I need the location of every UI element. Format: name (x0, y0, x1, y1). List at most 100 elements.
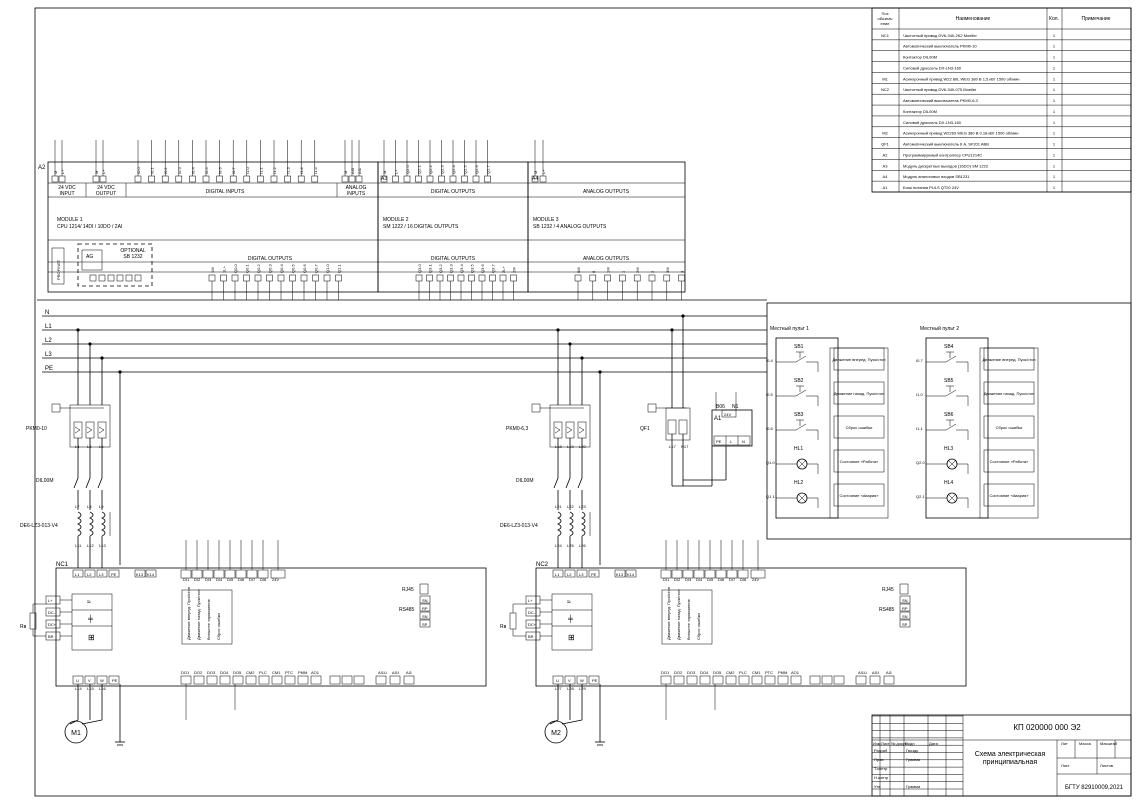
plc-m2-top-label: Q2.6 (474, 165, 479, 174)
drive-bottom-pin (764, 675, 776, 685)
tb-title1: Схема электрическая (975, 751, 1046, 758)
drive-bottom-label: DO5 (233, 670, 242, 675)
schematic-svg: Поз обознач ение Наименование Кол. Приме… (20, 7, 1132, 797)
drive-bottom-label: AO1 (311, 670, 320, 675)
drive-bottom-label: CM2 (726, 670, 735, 675)
spec-qty: 1 (1053, 120, 1056, 125)
plc-m2-top-label: Q2.3 (440, 165, 445, 174)
qf-pole (678, 419, 688, 435)
plc-m3-top-terminal (539, 175, 547, 183)
drive-func-label: Движение назад. Пуск/стоп (196, 589, 201, 640)
plc-m2-do-label: Q3.7 (491, 264, 496, 273)
contactor-pole (97, 470, 103, 489)
plc: A2 24 VDC INPUT 24 VDC OUTPUT DIGITAL IN… (38, 140, 686, 300)
spec-name: Асинхронный привод W22 80L WEG 380 В 1,5… (903, 76, 1019, 81)
tb-code: КП 020000 000 Э2 (1013, 723, 1081, 732)
plc-m1-di-label: I0.7 (231, 167, 236, 174)
drive-bottom-pin (686, 675, 698, 685)
spec-name: Частотный привод DV6-340-2K2 Moeller (903, 33, 977, 38)
contactor-pole (553, 470, 559, 489)
drive-bottom-label: DO1 (661, 670, 670, 675)
drive-ai-pin (883, 675, 895, 685)
drive-in-label: PE (111, 572, 117, 577)
drive-dc-label: BR (528, 634, 534, 639)
plc-m2-do-label: Q3.1 (428, 264, 433, 273)
plc-m1-di-terminal (257, 175, 264, 183)
spec-name: Модуль дискретных выходов (16DO) SM 1222 (903, 163, 989, 168)
plc-m2-do-label: Q3.2 (438, 264, 443, 273)
drive-di-label: DI4 (216, 577, 223, 582)
pushbutton (788, 389, 818, 397)
plc-m1-di-terminal (229, 175, 237, 183)
drive-bottom-label: DO5 (713, 670, 722, 675)
spec-pos: QF1 (881, 142, 890, 147)
breaker-handle (51, 403, 61, 413)
contactor-label: L23 (579, 504, 586, 509)
drive-func-label: Сброс ошибки (216, 613, 221, 640)
spec-table: Поз обознач ение Наименование Кол. Приме… (871, 7, 1132, 193)
contactor-pole (85, 470, 91, 489)
drive-bottom-label: PLC (739, 670, 747, 675)
drive-di-label: DI7 (729, 577, 736, 582)
plc-m1-di-terminal (202, 175, 210, 183)
spec-qty: 1 (1053, 152, 1056, 157)
plc-m3-top-label: L+ (541, 169, 546, 174)
pushbutton (788, 423, 818, 431)
drive-bottom-pin (660, 675, 672, 685)
spec-name: Силовой дроссель DX-LN3-160 (903, 65, 962, 70)
panel-box (925, 337, 989, 519)
plc-m1-pe-terminal (116, 274, 124, 282)
plc-m1-do-label: Q0.7 (314, 264, 319, 273)
choke-label: L25 (567, 543, 574, 548)
breaker-trip (98, 426, 105, 434)
drive-dc-label: L+ (528, 598, 533, 603)
local-panel-1: Местный пульт 1 I0.4 SB1 Движение вперед. П… (766, 325, 889, 519)
drive-extra-pin (833, 675, 845, 685)
drive-func-label: Движение вперед. Пуск/стоп (186, 587, 191, 640)
local-panel-2: Местный пульт 2 I0.7 SB4 Движение вперед. П… (916, 325, 1039, 519)
drive-func-label: Движение назад. Пуск/стоп (676, 589, 681, 640)
breaker-trip (566, 426, 573, 434)
motor-wire (81, 719, 103, 725)
plc-m1-pe-terminal (98, 274, 106, 282)
spec-header-qty: Кол. (1049, 16, 1059, 22)
plc-m3-sec: ANALOG OUTPUTS (583, 189, 630, 195)
plc-m1-di-terminal (297, 175, 305, 183)
breaker-trip (554, 426, 561, 434)
plc-m3-ao-terminal (663, 274, 671, 282)
drive-sym-dc: ╪ (567, 614, 573, 624)
drive-out-label: PE (112, 678, 118, 683)
choke-label: L24 (555, 543, 562, 548)
motor-lead-label: L29 (579, 686, 586, 691)
breaker-pole (73, 421, 83, 439)
drive-out-label: V (568, 678, 571, 683)
spec-qty: 1 (1053, 65, 1056, 70)
drive-di-label: DI7 (249, 577, 256, 582)
choke-coil (581, 511, 586, 537)
spec-name: Модуль аналоговых входов SB1231 (903, 174, 970, 179)
panel-tag: SB4 (944, 344, 954, 350)
drive-ai-pin (855, 675, 867, 685)
drive-rs-pin-label: RP (902, 606, 908, 611)
drive-dc-label: BR (48, 634, 54, 639)
panel-io: I0.7 (916, 358, 923, 363)
plc-m3-ao-label: 0M (576, 267, 581, 273)
tb-title2: принципиальная (983, 759, 1037, 766)
psu-pin-pe: PE (716, 439, 722, 444)
plc-m1-ai-label: M (343, 171, 348, 174)
panel-io: Q2.0 (916, 460, 925, 465)
drive-di-label: DI6 (238, 577, 245, 582)
plc-m1-out-label: M (94, 171, 99, 174)
plc-m3-ao-terminal (574, 274, 582, 282)
spec-pos: A2 (883, 152, 889, 157)
plc-m1-di-terminal (243, 175, 251, 183)
title-block: Изм Лист № докумПодп ДатаРазрабПровТ.контрН… (871, 714, 1132, 797)
plc-m2-do-terminal (489, 274, 496, 282)
tb-role: Разраб (874, 748, 888, 753)
plc-m2-top-label: L+ (394, 169, 399, 174)
choke-name: DE6-LZ3-013-V4 (500, 523, 538, 529)
spec-name: Частотный привод DV6-340-075 Moeller (903, 87, 977, 92)
bus-label-N: N (45, 310, 49, 316)
plc-m2-do-terminal (447, 274, 454, 282)
choke-coil (89, 511, 94, 537)
